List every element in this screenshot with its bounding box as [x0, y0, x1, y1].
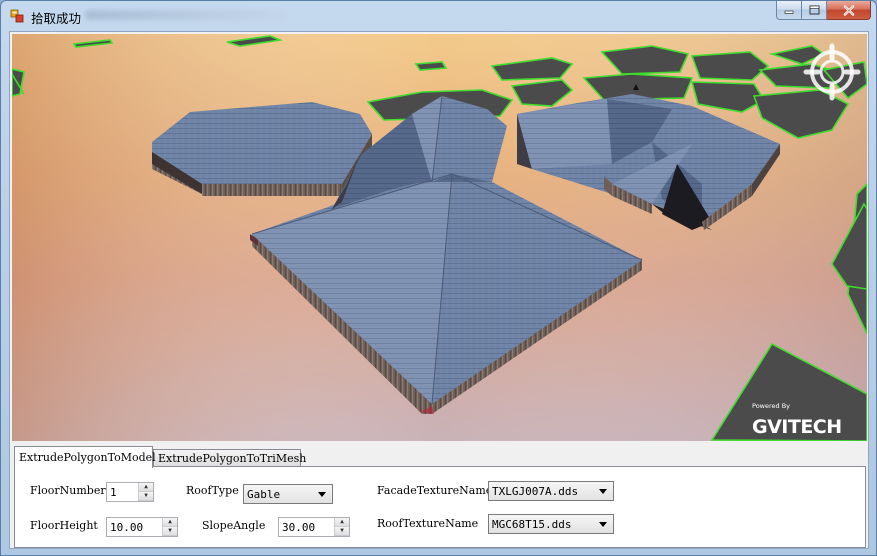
floor-height-spin[interactable]: ▲ ▼ [162, 518, 177, 536]
close-icon [843, 4, 854, 16]
facade-texture-label: FacadeTextureName [377, 484, 493, 497]
facade-texture-select[interactable]: TXLGJ007A.dds [488, 481, 614, 501]
spin-down-icon[interactable]: ▼ [163, 527, 177, 536]
3d-viewport[interactable]: N Powered By GVITECH [12, 34, 867, 441]
roof-texture-select[interactable]: MGC68T15.dds [488, 514, 614, 534]
chevron-down-icon [599, 522, 607, 527]
scene-render: N Powered By GVITECH [12, 34, 867, 441]
window-title: 拾取成功 [31, 11, 82, 26]
floor-number-spin[interactable]: ▲ ▼ [138, 483, 153, 501]
spin-up-icon[interactable]: ▲ [335, 518, 349, 527]
caption-buttons [776, 1, 871, 21]
building-left [152, 102, 372, 196]
spin-down-icon[interactable]: ▼ [335, 527, 349, 536]
maximize-button[interactable] [802, 1, 827, 20]
floor-number-value: 1 [110, 486, 117, 499]
maximize-icon [809, 5, 819, 15]
floor-height-value: 10.00 [110, 521, 144, 534]
roof-type-label: RoofType [186, 484, 239, 497]
watermark-powered-by: Powered By [752, 402, 790, 410]
slope-angle-label: SlopeAngle [202, 519, 266, 532]
floor-number-label: FloorNumber [30, 484, 106, 497]
tab-label: ExtrudePolygonToTriMesh [158, 452, 307, 465]
chevron-down-icon [318, 492, 326, 497]
spin-up-icon[interactable]: ▲ [139, 483, 153, 492]
app-icon [10, 9, 24, 23]
floor-height-label: FloorHeight [30, 519, 98, 532]
tab-label: ExtrudePolygonToModel [19, 451, 156, 464]
chevron-down-icon [599, 489, 607, 494]
roof-texture-value: MGC68T15.dds [492, 518, 572, 531]
main-window: 拾取成功 N Powered By GVITECH ExtrudePolygon… [0, 0, 877, 556]
slope-angle-value: 30.00 [282, 521, 316, 534]
tab-panel-model: FloorNumber 1 ▲ ▼ RoofType Gable FacadeT… [14, 466, 866, 548]
slope-angle-stepper[interactable]: 30.00 ▲ ▼ [278, 517, 350, 537]
spin-up-icon[interactable]: ▲ [163, 518, 177, 527]
slope-angle-spin[interactable]: ▲ ▼ [334, 518, 349, 536]
facade-texture-value: TXLGJ007A.dds [492, 485, 579, 498]
tab-extrude-polygon-to-model[interactable]: ExtrudePolygonToModel [14, 446, 156, 468]
floor-height-stepper[interactable]: 10.00 ▲ ▼ [106, 517, 178, 537]
roof-texture-label: RoofTextureName [377, 517, 479, 530]
floor-number-stepper[interactable]: 1 ▲ ▼ [106, 482, 154, 502]
minimize-button[interactable] [776, 1, 802, 20]
roof-type-select[interactable]: Gable [243, 484, 333, 504]
minimize-icon [784, 10, 794, 14]
close-button[interactable] [827, 1, 871, 20]
spin-down-icon[interactable]: ▼ [139, 492, 153, 501]
roof-type-value: Gable [247, 488, 281, 501]
client-area: N Powered By GVITECH ExtrudePolygonToMod… [9, 31, 869, 549]
watermark-brand: GVITECH [752, 416, 842, 438]
title-bar[interactable]: 拾取成功 [1, 1, 876, 31]
blurred-title-path [85, 10, 285, 20]
compass-label: N [829, 45, 834, 53]
